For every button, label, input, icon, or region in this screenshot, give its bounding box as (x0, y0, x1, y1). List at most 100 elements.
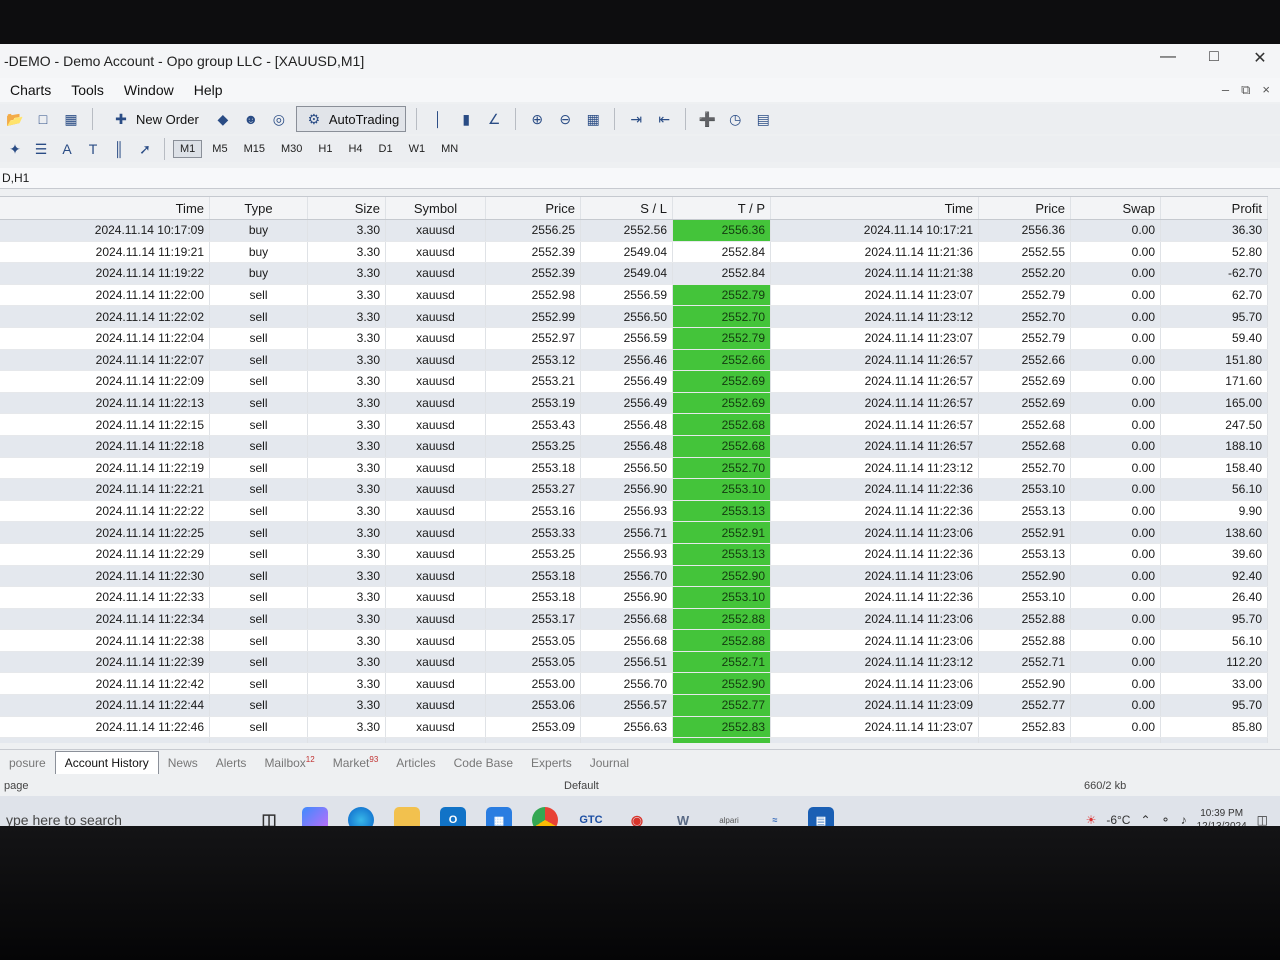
header-open-time[interactable]: Time (0, 197, 210, 219)
menu-window[interactable]: Window (114, 82, 184, 98)
header-open-price[interactable]: Price (486, 197, 581, 219)
header-take-profit[interactable]: T / P (673, 197, 771, 219)
indicators-icon[interactable]: ➕ (696, 108, 718, 130)
table-row[interactable]: 2024.11.14 10:17:09 buy 3.30 xauusd 2556.25 2… (0, 220, 1268, 242)
header-close-price[interactable]: Price (979, 197, 1071, 219)
timeframe-d1[interactable]: D1 (373, 141, 399, 157)
chart-tab[interactable]: D,H1 (2, 171, 29, 185)
weather-icon[interactable]: ☀ (1086, 813, 1097, 827)
timeframe-m1[interactable]: M1 (173, 140, 203, 158)
timeframe-w1[interactable]: W1 (403, 141, 432, 157)
notification-icon[interactable]: ◫ (1257, 813, 1268, 827)
text-label-icon[interactable]: T (82, 138, 104, 160)
tab-journal[interactable]: Journal (581, 756, 638, 774)
table-row[interactable]: 2024.11.14 11:22:44 sell 3.30 xauusd 2553.06… (0, 695, 1268, 717)
line-chart-icon[interactable]: ∠ (483, 108, 505, 130)
tab-articles[interactable]: Articles (387, 756, 444, 774)
tab-alerts[interactable]: Alerts (207, 756, 256, 774)
child-restore-icon[interactable]: ⧉ (1241, 82, 1250, 98)
volume-icon[interactable]: ♪ (1181, 813, 1187, 827)
timeframe-h1[interactable]: H1 (312, 141, 338, 157)
tab-code-base[interactable]: Code Base (445, 756, 522, 774)
candlestick-icon[interactable]: ▮ (455, 108, 477, 130)
periods-icon[interactable]: ◷ (724, 108, 746, 130)
new-order-button[interactable]: ✚ New Order (103, 106, 206, 132)
tab-mailbox[interactable]: Mailbox12 (255, 755, 323, 774)
tab-market[interactable]: Market93 (324, 755, 388, 774)
close-icon[interactable]: ✕ (1250, 48, 1270, 68)
auto-trading-button[interactable]: ⚙ AutoTrading (295, 106, 407, 132)
network-icon[interactable]: ⚬ (1161, 813, 1171, 827)
header-swap[interactable]: Swap (1071, 197, 1161, 219)
header-symbol[interactable]: Symbol (386, 197, 486, 219)
table-row[interactable]: 2024.11.14 11:22:33 sell 3.30 xauusd 2553.18… (0, 587, 1268, 609)
minimize-icon[interactable]: — (1158, 48, 1178, 68)
zoom-window-icon[interactable]: ▦ (60, 108, 82, 130)
header-type[interactable]: Type (210, 197, 308, 219)
timeframe-h4[interactable]: H4 (342, 141, 368, 157)
chevron-up-icon[interactable]: ⌃ (1140, 813, 1150, 827)
table-row[interactable]: 2024.11.14 11:22:09 sell 3.30 xauusd 2553.21… (0, 371, 1268, 393)
header-close-time[interactable]: Time (771, 197, 979, 219)
templates-icon[interactable]: ▤ (752, 108, 774, 130)
table-row[interactable]: 2024.11.14 11:22:34 sell 3.30 xauusd 2553.17… (0, 608, 1268, 631)
tab-label: Mailbox (264, 756, 306, 770)
timeframe-m5[interactable]: M5 (206, 141, 233, 157)
weather-temp[interactable]: -6°C (1106, 813, 1130, 827)
maximize-icon[interactable]: □ (1204, 48, 1224, 68)
cell-open-time: 2024.11.14 11:22:19 (0, 457, 210, 479)
table-row[interactable]: 2024.11.14 11:22:38 sell 3.30 xauusd 2553.05… (0, 630, 1268, 652)
table-row[interactable]: 2024.11.14 11:22:25 sell 3.30 xauusd 2553.33… (0, 522, 1268, 544)
child-close-icon[interactable]: × (1262, 82, 1270, 98)
timeframe-mn[interactable]: MN (435, 141, 464, 157)
table-row[interactable]: 2024.11.14 11:22:22 sell 3.30 xauusd 2553.16… (0, 500, 1268, 523)
crosshair-icon[interactable]: ✦ (4, 138, 26, 160)
header-size[interactable]: Size (308, 197, 386, 219)
table-row[interactable]: 2024.11.14 11:22:15 sell 3.30 xauusd 2553.43… (0, 414, 1268, 436)
table-row[interactable]: 2024.11.14 11:19:21 buy 3.30 xauusd 2552.39 2… (0, 241, 1268, 264)
table-row[interactable]: 2024.11.14 11:22:00 sell 3.30 xauusd 2552.98… (0, 284, 1268, 307)
text-icon[interactable]: A (56, 138, 78, 160)
tab-exposure[interactable]: posure (0, 756, 55, 774)
table-row[interactable]: 2024.11.14 11:22:39 sell 3.30 xauusd 2553.05… (0, 651, 1268, 674)
open-folder-icon[interactable]: 📂 (4, 108, 26, 130)
zoom-out-icon[interactable]: ⊖ (554, 108, 576, 130)
tile-windows-icon[interactable]: ▦ (582, 108, 604, 130)
menu-tools[interactable]: Tools (61, 82, 114, 98)
table-row[interactable]: 2024.11.14 11:22:46 sell 3.30 xauusd 2553.09… (0, 716, 1268, 739)
table-row[interactable]: 2024.11.14 11:22:04 sell 3.30 xauusd 2552.97… (0, 327, 1268, 350)
table-row[interactable]: 2024.11.14 11:22:30 sell 3.30 xauusd 2553.18… (0, 565, 1268, 588)
menu-help[interactable]: Help (184, 82, 233, 98)
tab-account-history[interactable]: Account History (54, 751, 159, 774)
timeframe-m15[interactable]: M15 (238, 141, 271, 157)
child-minimize-icon[interactable]: – (1222, 82, 1229, 98)
window-icon[interactable]: □ (32, 108, 54, 130)
tab-experts[interactable]: Experts (522, 756, 581, 774)
fibonacci-icon[interactable]: ☰ (30, 138, 52, 160)
menu-charts[interactable]: Charts (0, 82, 61, 98)
table-row[interactable]: 2024.11.14 11:22:13 sell 3.30 xauusd 2553.19… (0, 392, 1268, 415)
timeframe-m30[interactable]: M30 (275, 141, 308, 157)
person-icon[interactable]: ☻ (240, 108, 262, 130)
auto-scroll-icon[interactable]: ⇥ (625, 108, 647, 130)
chart-shift-icon[interactable]: ⇤ (653, 108, 675, 130)
channel-icon[interactable]: ║ (108, 138, 130, 160)
signal-icon[interactable]: ◎ (268, 108, 290, 130)
cell-stop-loss: 2556.51 (581, 651, 673, 673)
table-row[interactable]: 2024.11.14 11:22:29 sell 3.30 xauusd 2553.25… (0, 543, 1268, 566)
table-row[interactable]: 2024.11.14 11:22:21 sell 3.30 xauusd 2553.27… (0, 479, 1268, 501)
history-icon[interactable]: ◆ (212, 108, 234, 130)
bar-chart-icon[interactable]: │ (427, 108, 449, 130)
table-row[interactable]: 2024.11.14 11:19:22 buy 3.30 xauusd 2552.39 2… (0, 263, 1268, 285)
table-row[interactable]: 2024.11.14 11:22:07 sell 3.30 xauusd 2553.12… (0, 349, 1268, 372)
arrows-icon[interactable]: ➚ (134, 138, 156, 160)
header-stop-loss[interactable]: S / L (581, 197, 673, 219)
table-row[interactable]: 2024.11.14 11:22:42 sell 3.30 xauusd 2553.00… (0, 673, 1268, 696)
table-row[interactable]: 2024.11.14 11:22:02 sell 3.30 xauusd 2552.99… (0, 306, 1268, 328)
table-row[interactable]: 2024.11.14 11:22:48sell3.30xauusd2553.16… (0, 738, 1268, 743)
tab-news[interactable]: News (159, 756, 207, 774)
table-row[interactable]: 2024.11.14 11:22:18 sell 3.30 xauusd 2553.25… (0, 435, 1268, 458)
header-profit[interactable]: Profit (1161, 197, 1268, 219)
zoom-in-icon[interactable]: ⊕ (526, 108, 548, 130)
table-row[interactable]: 2024.11.14 11:22:19 sell 3.30 xauusd 2553.18… (0, 457, 1268, 480)
